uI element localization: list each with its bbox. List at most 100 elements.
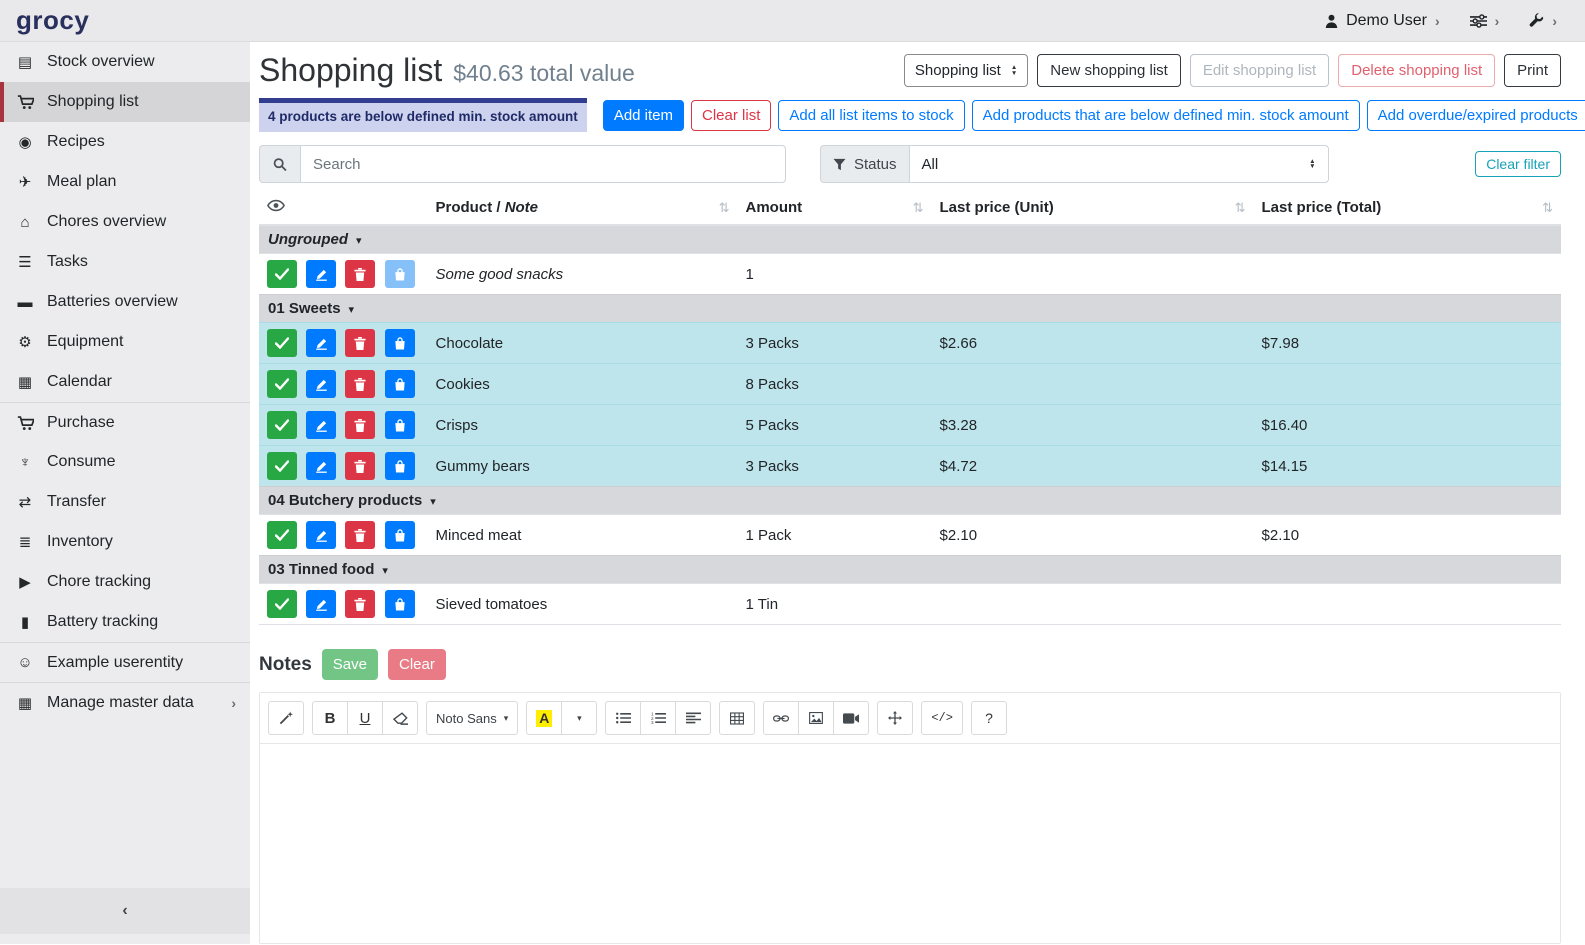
sort-icon[interactable]: ⇅ [1235,200,1246,216]
mark-done-button[interactable] [267,329,297,357]
new-shopping-list-button[interactable]: New shopping list [1037,54,1181,87]
clear-filter-button[interactable]: Clear filter [1475,151,1561,177]
print-button[interactable]: Print [1504,54,1561,87]
add-to-stock-button[interactable] [385,370,415,398]
delete-item-button[interactable] [345,260,375,288]
clear-notes-button[interactable]: Clear [388,649,446,680]
fullscreen-button[interactable] [877,701,913,735]
font-family-dropdown[interactable]: Noto Sans▾ [426,701,518,735]
text-color-dropdown[interactable]: ▾ [561,701,597,735]
group-toggle-sweets[interactable]: 01 Sweets▾ [259,295,1561,323]
sidebar-item-inventory[interactable]: ≣Inventory [0,522,250,562]
add-to-stock-button[interactable] [385,329,415,357]
insert-video-button[interactable] [833,701,869,735]
edit-item-button[interactable] [306,370,336,398]
sidebar-item-tasks[interactable]: ☰Tasks [0,242,250,282]
below-min-stock-alert[interactable]: 4 products are below defined min. stock … [259,98,587,132]
sidebar-item-recipes[interactable]: ◉Recipes [0,122,250,162]
code-view-button[interactable]: </> [921,701,963,735]
ordered-list-button[interactable]: 123 [640,701,676,735]
sidebar-item-transfer[interactable]: ⇄Transfer [0,482,250,522]
sidebar-item-purchase[interactable]: Purchase [0,402,250,442]
underline-button[interactable]: U [347,701,383,735]
save-notes-button[interactable]: Save [322,649,378,680]
edit-item-button[interactable] [306,521,336,549]
edit-item-button[interactable] [306,452,336,480]
sidebar-item-chores-overview[interactable]: ⌂Chores overview [0,202,250,242]
mark-done-button[interactable] [267,370,297,398]
sort-icon[interactable]: ⇅ [1542,200,1553,216]
delete-item-button[interactable] [345,521,375,549]
group-toggle-ungrouped[interactable]: Ungrouped▾ [259,225,1561,254]
app-logo[interactable]: grocy [16,5,89,36]
insert-picture-button[interactable] [798,701,834,735]
add-to-stock-button[interactable] [385,411,415,439]
search-input[interactable] [300,145,786,183]
add-item-button[interactable]: Add item [603,100,684,131]
add-to-stock-button[interactable] [385,260,415,288]
settings-menu[interactable]: › [1470,14,1500,28]
user-menu[interactable]: Demo User › [1325,12,1440,30]
sidebar-item-calendar[interactable]: ▦Calendar [0,362,250,402]
delete-item-button[interactable] [345,370,375,398]
edit-item-button[interactable] [306,260,336,288]
add-below-min-stock-button[interactable]: Add products that are below defined min.… [972,100,1360,131]
status-select[interactable]: All ▲▼ [909,145,1329,183]
unit-price-cell [932,364,1254,405]
clear-formatting-button[interactable] [382,701,418,735]
sidebar-item-shopping-list[interactable]: Shopping list [0,82,250,122]
mark-done-button[interactable] [267,521,297,549]
magic-style-button[interactable] [268,701,304,735]
delete-item-button[interactable] [345,411,375,439]
insert-table-button[interactable] [719,701,755,735]
add-to-stock-button[interactable] [385,452,415,480]
sidebar-item-chore-tracking[interactable]: ▶Chore tracking [0,562,250,602]
group-toggle-tinned-food[interactable]: 03 Tinned food▾ [259,556,1561,584]
edit-item-button[interactable] [306,590,336,618]
insert-link-button[interactable] [763,701,799,735]
group-toggle-butchery[interactable]: 04 Butchery products▾ [259,487,1561,515]
sort-icon[interactable]: ⇅ [913,200,924,216]
paragraph-align-button[interactable] [675,701,711,735]
bold-button[interactable]: B [312,701,348,735]
mark-done-button[interactable] [267,590,297,618]
add-all-to-stock-button[interactable]: Add all list items to stock [778,100,964,131]
column-header-last-price-unit[interactable]: Last price (Unit) [940,199,1054,216]
delete-item-button[interactable] [345,590,375,618]
mark-done-button[interactable] [267,260,297,288]
add-overdue-button[interactable]: Add overdue/expired products [1367,100,1585,131]
column-header-product[interactable]: Product / Note [436,199,539,216]
gear-icon: ⚙ [14,333,36,351]
sidebar-collapse-button[interactable]: ‹ [0,888,250,934]
column-header-amount[interactable]: Amount [746,199,803,216]
sidebar-item-meal-plan[interactable]: ✈Meal plan [0,162,250,202]
mark-done-button[interactable] [267,411,297,439]
sidebar-item-batteries-overview[interactable]: ▬Batteries overview [0,282,250,322]
sort-icon[interactable]: ⇅ [719,200,730,216]
sidebar-item-equipment[interactable]: ⚙Equipment [0,322,250,362]
edit-shopping-list-button[interactable]: Edit shopping list [1190,54,1329,87]
add-to-stock-button[interactable] [385,590,415,618]
delete-item-button[interactable] [345,452,375,480]
mark-done-button[interactable] [267,452,297,480]
edit-pencil-icon [315,378,328,391]
sidebar-item-stock-overview[interactable]: ▤Stock overview [0,42,250,82]
eye-icon[interactable] [267,199,285,212]
add-to-stock-button[interactable] [385,521,415,549]
column-header-last-price-total[interactable]: Last price (Total) [1262,199,1382,216]
notes-textarea[interactable] [260,744,1560,943]
sidebar-item-battery-tracking[interactable]: ▮Battery tracking [0,602,250,642]
delete-shopping-list-button[interactable]: Delete shopping list [1338,54,1495,87]
shopping-list-select[interactable]: Shopping list ▲▼ [904,54,1028,87]
unordered-list-button[interactable] [605,701,641,735]
delete-item-button[interactable] [345,329,375,357]
sidebar-item-manage-master-data[interactable]: ▦Manage master data› [0,682,250,722]
admin-menu[interactable]: › [1529,13,1557,28]
edit-item-button[interactable] [306,329,336,357]
help-button[interactable]: ? [971,701,1007,735]
clear-list-button[interactable]: Clear list [691,100,771,131]
text-color-button[interactable]: A [526,701,562,735]
sidebar-item-example-userentity[interactable]: ☺Example userentity [0,642,250,682]
sidebar-item-consume[interactable]: ♆Consume [0,442,250,482]
edit-item-button[interactable] [306,411,336,439]
